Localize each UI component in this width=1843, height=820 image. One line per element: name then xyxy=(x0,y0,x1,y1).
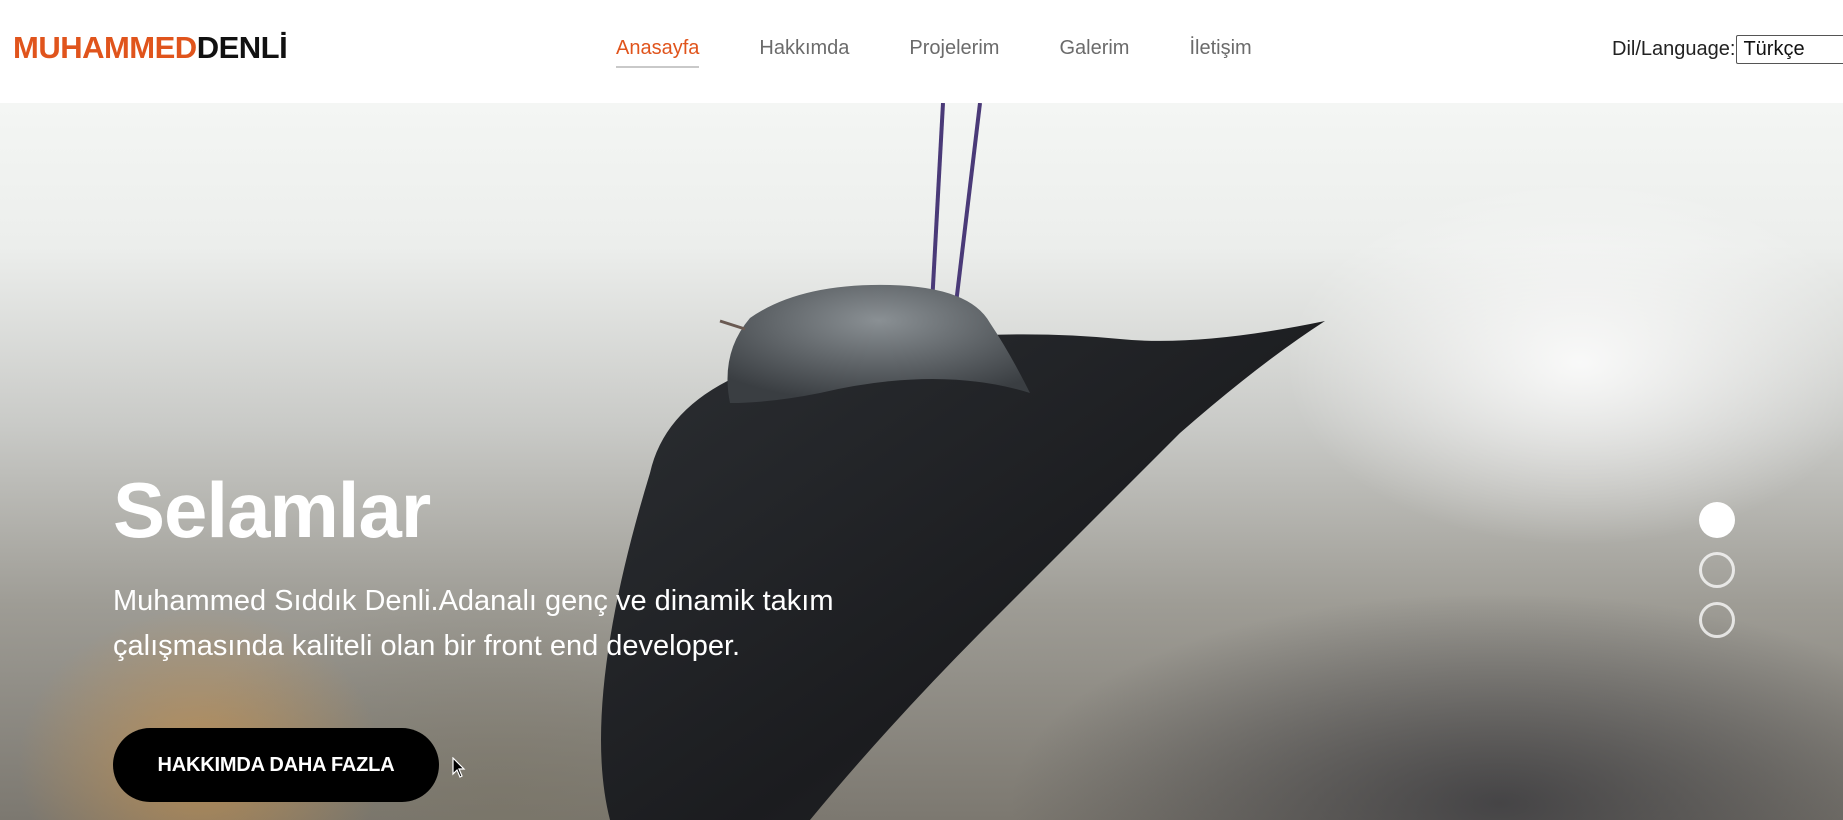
site-logo[interactable]: MUHAMMEDDENLİ xyxy=(13,30,288,66)
nav-item-hakkimda[interactable]: Hakkımda xyxy=(759,34,849,68)
hat-background-image xyxy=(601,103,1325,820)
nav-item-galerim[interactable]: Galerim xyxy=(1059,34,1129,68)
mouse-pointer-icon xyxy=(452,757,466,778)
slide-dot-3[interactable] xyxy=(1699,602,1735,638)
logo-last-name: DENLİ xyxy=(196,30,288,65)
page: MUHAMMEDDENLİ Anasayfa Hakkımda Projeler… xyxy=(0,0,1843,820)
language-switcher: Dil/Language: Türkçe ⌄ xyxy=(1612,34,1843,64)
hero-title: Selamlar xyxy=(113,466,431,554)
hero-description: Muhammed Sıddık Denli.Adanalı genç ve di… xyxy=(113,585,834,662)
language-selected-value: Türkçe xyxy=(1743,37,1805,60)
language-select[interactable]: Türkçe ⌄ xyxy=(1736,34,1843,64)
slide-indicators xyxy=(1699,502,1735,642)
main-nav: Anasayfa Hakkımda Projelerim Galerim İle… xyxy=(616,34,1252,68)
nav-item-projelerim[interactable]: Projelerim xyxy=(909,34,999,68)
hero-slider: Selamlar Muhammed Sıddık Denli.Adanalı g… xyxy=(0,103,1843,820)
site-header: MUHAMMEDDENLİ Anasayfa Hakkımda Projeler… xyxy=(0,0,1843,103)
slide-dot-1[interactable] xyxy=(1699,502,1735,538)
nav-item-anasayfa[interactable]: Anasayfa xyxy=(616,34,700,68)
language-label: Dil/Language: xyxy=(1612,38,1736,60)
more-about-button[interactable]: HAKKIMDA DAHA FAZLA xyxy=(113,728,439,802)
logo-first-name: MUHAMMED xyxy=(13,30,197,65)
nav-item-iletisim[interactable]: İletişim xyxy=(1189,34,1251,68)
slide-dot-2[interactable] xyxy=(1699,552,1735,588)
